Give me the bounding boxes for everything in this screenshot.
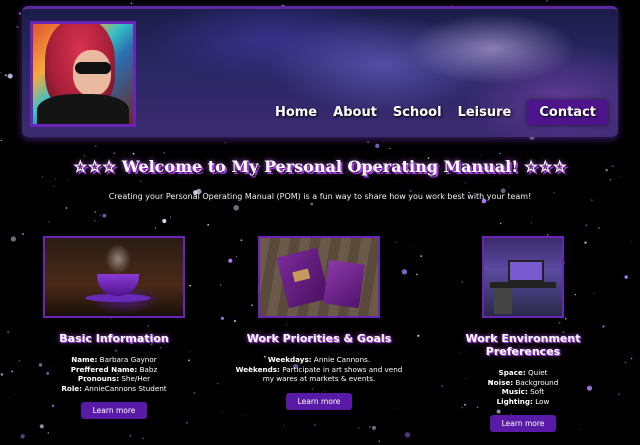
info-label: Pronouns: (77, 374, 120, 384)
intro-text: Creating your Personal Operating Manual … (108, 192, 532, 201)
notebooks-image (258, 236, 380, 318)
header-banner: Home About School Leisure Contact (22, 6, 618, 137)
info-label: Space: (498, 368, 526, 377)
info-value: AnnieCannons Student (84, 383, 167, 393)
info-value: Soft (530, 387, 545, 397)
info-value: Babz (139, 364, 158, 374)
coffee-cup-image (43, 236, 185, 318)
nav-school-link[interactable]: School (393, 105, 442, 120)
learn-more-button[interactable]: Learn more (489, 415, 557, 433)
card-work-priorities: Work Priorities & Goals Weekdays: Annie … (229, 236, 409, 410)
info-value: Barbara Gaynor (99, 355, 157, 364)
page-title: ☆☆☆ Welcome to My Personal Operating Man… (73, 157, 567, 176)
card-title: Basic Information (59, 332, 169, 345)
info-label: Role: (61, 383, 83, 393)
card-work-environment: Work Environment Preferences Space: Quie… (433, 236, 613, 433)
card-info: Weekdays: Annie Cannons. Weekends: Parti… (229, 355, 409, 384)
info-value: Quiet (528, 368, 548, 377)
info-value: She/Her (121, 374, 151, 384)
info-label: Music: (501, 387, 528, 397)
card-info: Space: Quiet Noise: Background Music: So… (433, 368, 613, 406)
learn-more-button[interactable]: Learn more (80, 402, 148, 420)
card-basic-information: Basic Information Name: Barbara Gaynor P… (24, 236, 204, 420)
info-label: Weekends: (235, 364, 280, 374)
info-value: Participate in art shows and vend my war… (262, 364, 403, 384)
card-title: Work Environment Preferences (465, 332, 581, 358)
card-info: Name: Barbara Gaynor Preffered Name: Bab… (24, 355, 204, 393)
info-value: Low (535, 396, 550, 406)
info-value: Annie Cannons. (313, 355, 371, 364)
learn-more-button[interactable]: Learn more (285, 392, 353, 410)
info-label: Name: (71, 355, 98, 364)
nav-leisure-link[interactable]: Leisure (458, 105, 512, 120)
card-title: Work Priorities & Goals (246, 332, 392, 345)
gaming-desk-image (482, 236, 564, 318)
info-value: Background (515, 377, 559, 387)
nav-about-link[interactable]: About (333, 105, 377, 120)
main-nav: Home About School Leisure Contact (275, 100, 608, 125)
info-label: Noise: (487, 377, 514, 387)
info-label: Weekdays: (267, 355, 312, 364)
info-label: Lighting: (496, 396, 533, 406)
nav-home-link[interactable]: Home (275, 105, 317, 120)
avatar (30, 21, 136, 127)
info-label: Preffered Name: (70, 364, 138, 374)
nav-contact-button[interactable]: Contact (527, 100, 608, 125)
